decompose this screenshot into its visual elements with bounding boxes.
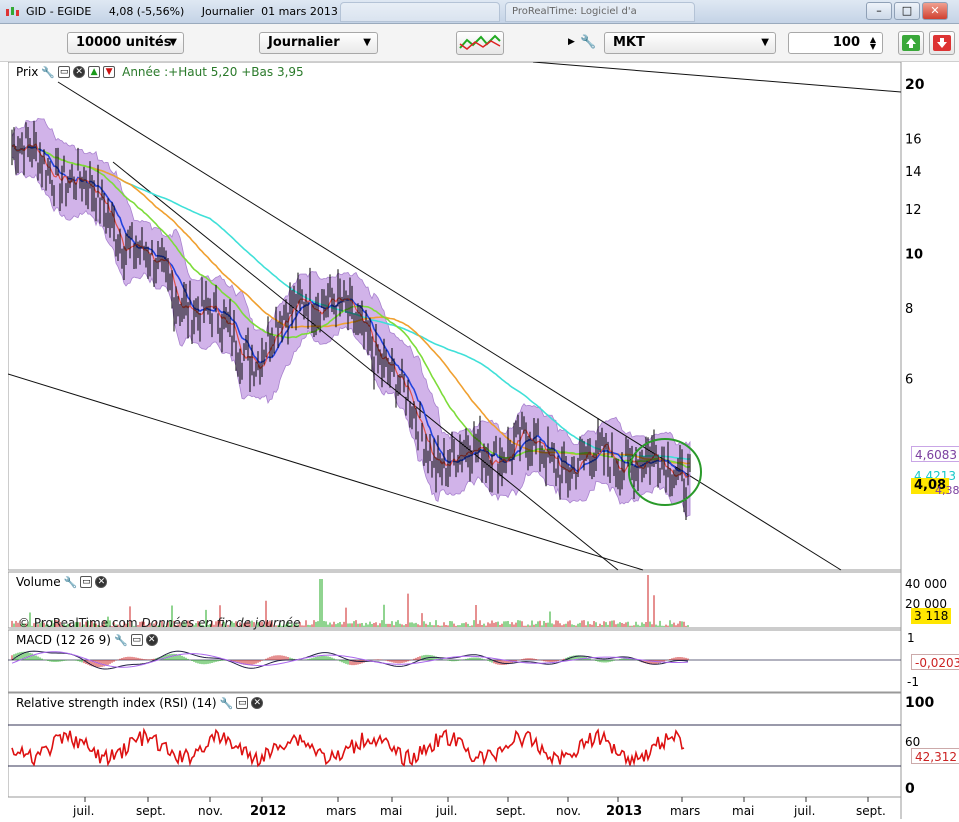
rsi-tick-label: 100 [905,695,934,711]
copyright-notice: © ProRealTime.com Données en fin de jour… [18,616,300,630]
macd-signal-line [11,651,689,668]
x-axis-label: juil. [72,804,94,818]
maximize-button[interactable]: □ [894,2,920,20]
x-axis-label: 2012 [250,804,286,819]
macd-panel-label: MACD (12 26 9) [16,633,111,647]
window-icon[interactable]: ▭ [58,66,71,78]
arrow-up-icon[interactable]: ▲ [88,66,101,78]
period-select-value: Journalier [268,35,340,50]
price-tick-label: 16 [905,133,922,148]
window-icon[interactable]: ▭ [80,576,93,588]
buy-button[interactable] [898,31,924,55]
sell-button[interactable] [929,31,955,55]
price-panel-header: Prix 🔧 ▭ ✕ ▲ ▼ Année :+Haut 5,20 +Bas 3,… [16,64,304,80]
window-icon[interactable]: ▭ [130,634,143,646]
close-icon[interactable]: ✕ [95,576,108,588]
x-axis-label: nov. [556,804,581,818]
chevron-down-icon: ▼ [363,37,371,48]
rsi-value-tag: 42,312 [911,748,959,764]
volume-tick-label: 40 000 [905,577,947,591]
data-note: Données en fin de journée [141,616,301,630]
price-tick-label: 10 [905,247,923,262]
volume-panel-header: Volume 🔧 ▭ ✕ [16,574,108,590]
volume-value-tag: 3 118 [911,608,952,624]
macd-value-tag: -0,0203 [911,654,959,670]
x-axis-label: mars [670,804,700,818]
price-tick-label: 14 [905,165,922,180]
x-axis-label: juil. [435,804,457,818]
rsi-panel-label: Relative strength index (RSI) (14) [16,696,217,710]
price-panel-label: Prix [16,65,39,79]
wrench-icon[interactable]: 🔧 [41,66,55,79]
bollinger-upper-tag: 4,6083 [911,446,959,462]
toolbar: 10000 unités ▼ Journalier ▼ ▶ 🔧 MKT ▼ 10… [0,24,959,62]
minimize-button[interactable]: – [866,2,892,20]
wrench-icon[interactable]: 🔧 [114,634,128,647]
background-tab[interactable] [340,2,500,22]
arrow-right-icon: ▶ [568,37,575,47]
rsi-line [11,727,685,768]
market-select-value: MKT [613,35,645,50]
wrench-icon[interactable]: 🔧 [64,576,78,589]
quantity-stepper[interactable]: 100 ▲ ▼ [788,32,883,54]
arrow-down-icon[interactable]: ▼ [103,66,116,78]
chart-area[interactable]: 20 16 14 12 10 8 6 40 000 20 000 1 -1 100 60 0 juil. se… [7,61,959,819]
price-tick-label: 12 [905,203,922,218]
x-axis-label: juil. [793,804,815,818]
macd-panel-header: MACD (12 26 9) 🔧 ▭ ✕ [16,632,158,648]
x-axis-label: sept. [496,804,526,818]
price-tick-label: 6 [905,372,913,387]
wrench-icon[interactable]: 🔧 [580,35,596,50]
window-titlebar: GID - EGIDE 4,08 (-5,56%) Journalier 01 … [0,0,959,24]
units-select-value: 10000 unités [76,35,172,50]
stepper-arrows-icon[interactable]: ▲ ▼ [870,36,876,51]
copyright-text: © ProRealTime.com [18,616,138,630]
period-select[interactable]: Journalier ▼ [259,32,378,54]
x-axis-label: 2013 [606,804,642,819]
rsi-tick-label: 60 [905,735,920,749]
volume-panel-label: Volume [16,575,61,589]
wrench-icon[interactable]: 🔧 [220,697,234,710]
app-candles-icon [6,7,19,16]
background-tab-prorealtime[interactable]: ProRealTime: Logiciel d'a [505,2,695,22]
close-icon[interactable]: ✕ [251,697,264,709]
x-axis-label: mai [380,804,402,818]
trendline-top [532,61,902,93]
x-axis-label: sept. [136,804,166,818]
units-select[interactable]: 10000 unités ▼ [67,32,184,54]
year-high-low: Année :+Haut 5,20 +Bas 3,95 [122,65,304,79]
window-title: GID - EGIDE 4,08 (-5,56%) Journalier 01 … [26,5,338,18]
close-button[interactable]: ✕ [922,2,948,20]
x-axis-label: mars [326,804,356,818]
chevron-down-icon: ▼ [761,37,769,48]
trendline-mid [112,161,619,571]
indicators-icon[interactable] [456,31,504,55]
window-icon[interactable]: ▭ [236,697,249,709]
rsi-tick-label: 0 [905,781,915,797]
rsi-panel-header: Relative strength index (RSI) (14) 🔧 ▭ ✕ [16,695,264,711]
price-tick-label: 8 [905,302,913,317]
x-axis-label: mai [732,804,754,818]
close-icon[interactable]: ✕ [73,66,86,78]
macd-tick-label: 1 [907,631,915,645]
close-icon[interactable]: ✕ [145,634,158,646]
price-tick-label: 20 [905,77,925,93]
chevron-down-icon: ▼ [169,37,177,48]
x-axis-label: nov. [198,804,223,818]
market-select[interactable]: MKT ▼ [604,32,776,54]
bollinger-lower-tag: 4,3867 [935,484,959,497]
macd-tick-label: -1 [907,675,919,689]
quantity-value: 100 [832,35,860,50]
x-axis-label: sept. [856,804,886,818]
